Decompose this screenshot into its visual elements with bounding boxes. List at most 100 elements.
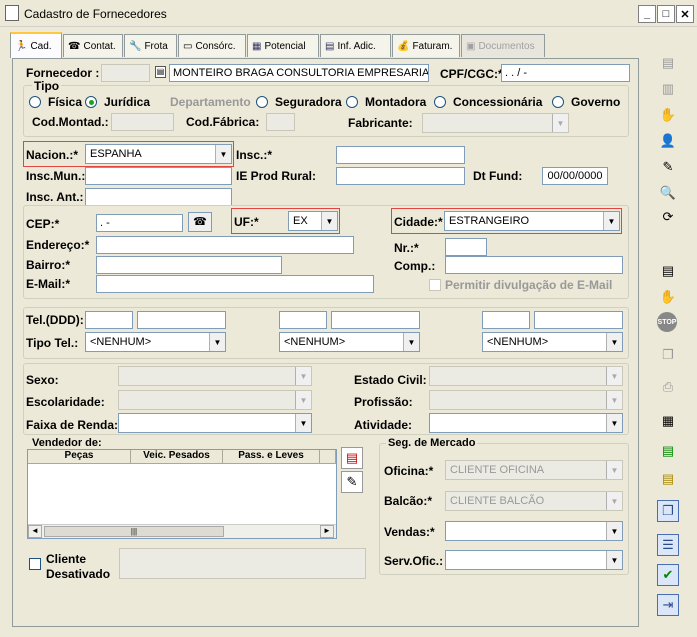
cidade-label: Cidade:* [394,215,443,229]
insc-mun-input[interactable] [85,167,232,185]
desativado-checkbox[interactable] [29,558,41,570]
insc-label: Insc.:* [236,148,273,162]
cod-montad-label: Cod.Montad.: [32,115,109,129]
cod-fabrica-input[interactable] [266,113,295,131]
tipo-tel2-select[interactable]: <NENHUM> ▼ [279,332,420,352]
scroll-left-icon[interactable]: ◄ [28,525,42,538]
email-share-checkbox[interactable] [429,279,441,291]
tel2-ddd-input[interactable] [279,311,327,329]
vendas-select[interactable]: ▼ [445,521,623,541]
escolaridade-label: Escolaridade: [26,395,105,409]
green-doc-icon[interactable]: ▤ [657,440,679,462]
insc-input[interactable] [336,146,465,164]
oficina-select[interactable]: CLIENTE OFICINA ▼ [445,460,623,480]
col-veic-pesados[interactable]: Veic. Pesados [131,450,223,464]
balcao-select[interactable]: CLIENTE BALCÃO ▼ [445,491,623,511]
tipo-tel1-select[interactable]: <NENHUM> ▼ [85,332,226,352]
nr-input[interactable] [445,238,487,256]
bairro-input[interactable] [96,256,282,274]
grid-add-icon[interactable]: ▤ [657,52,679,74]
oficina-label: Oficina:* [384,464,434,478]
yellow-doc-icon[interactable]: ▤ [657,468,679,490]
dt-fund-input[interactable]: 00/00/0000 [542,167,608,185]
faixa-renda-select[interactable]: ▼ [118,413,312,433]
scroll-thumb[interactable]: ||| [44,526,224,537]
fabricante-select[interactable]: ▼ [422,113,569,133]
cod-montad-input[interactable] [111,113,174,131]
tel2-number-input[interactable] [331,311,420,329]
tab-contat[interactable]: ☎ Contat. [63,34,123,57]
scroll-right-icon[interactable]: ► [320,525,334,538]
tab-inf-adic[interactable]: ▤ Inf. Adic. [320,34,391,57]
fornecedor-name-input[interactable]: MONTEIRO BRAGA CONSULTORIA EMPRESARIAL L… [169,64,429,82]
tel3-number-input[interactable] [534,311,623,329]
refresh-icon[interactable]: ⟳ [657,206,679,228]
copy-icon[interactable]: ❐ [657,344,679,366]
lookup-icon[interactable]: ▤ [155,66,166,78]
tab-cad[interactable]: 🏃 Cad. [10,32,62,58]
tab-faturam[interactable]: 💰 Faturam. [392,34,460,57]
insc-ant-input[interactable] [85,188,232,206]
uf-select[interactable]: EX ▼ [288,211,338,231]
nacion-select[interactable]: ESPANHA ▼ [85,144,232,164]
cpf-input[interactable]: . . / - [501,64,630,82]
radio-juridica[interactable] [85,96,97,108]
save-check-icon[interactable]: ✔ [657,564,679,586]
minimize-button[interactable]: _ [638,5,656,23]
cep-lookup-button[interactable]: ☎ [188,212,212,232]
tab-frota[interactable]: 🔧 Frota [124,34,177,57]
profissao-select[interactable]: ▼ [429,390,623,410]
hand-icon[interactable]: ✋ [657,104,679,126]
tab-potencial[interactable]: ▦ Potencial [247,34,319,57]
cidade-select[interactable]: ESTRANGEIRO ▼ [444,211,620,231]
atividade-select[interactable]: ▼ [429,413,623,433]
vendedor-label: Vendedor de: [32,437,102,449]
tel1-ddd-input[interactable] [85,311,133,329]
search-doc-icon[interactable]: 🔍 [657,182,679,204]
user-icon[interactable]: 👤 [657,130,679,152]
desativado-reason-input[interactable] [119,548,366,579]
stop-icon[interactable]: STOP [657,312,677,332]
cep-input[interactable]: . - [96,214,183,232]
radio-concessionaria[interactable] [434,96,446,108]
grid-edit-row-icon[interactable]: ✎ [341,471,363,493]
radio-seguradora[interactable] [256,96,268,108]
radio-fisica[interactable] [29,96,41,108]
tab-documentos[interactable]: ▣ Documentos [461,34,545,57]
window-icon[interactable]: ❐ [657,500,679,522]
tipo-tel3-select[interactable]: <NENHUM> ▼ [482,332,623,352]
tab-consorc[interactable]: ▭ Consórc. [178,34,246,57]
radio-governo[interactable] [552,96,564,108]
comp-input[interactable] [445,256,623,274]
report-icon[interactable]: ▦ [657,410,679,432]
email-input[interactable] [96,275,374,293]
exit-icon[interactable]: ⇥ [657,594,679,616]
juridica-label: Jurídica [104,95,151,109]
hand-stop-icon[interactable]: ✋ [657,286,679,308]
pencil-icon[interactable]: ✎ [657,156,679,178]
list-icon[interactable]: ☰ [657,534,679,556]
tipo-label: Tipo [32,79,62,93]
horizontal-scrollbar[interactable]: ◄ ||| ► [28,524,336,538]
maximize-button[interactable]: □ [657,5,675,23]
document-icon[interactable]: ▤ [657,260,679,282]
fornecedor-code-input[interactable] [101,64,150,82]
col-pecas[interactable]: Peças [28,450,131,464]
escolaridade-select[interactable]: ▼ [118,390,312,410]
grid-add-row-icon[interactable]: ▤ [341,447,363,469]
ie-prod-rural-input[interactable] [336,167,465,185]
grid-edit-icon[interactable]: ▥ [657,78,679,100]
sexo-select[interactable]: ▼ [118,366,312,386]
chevron-down-icon: ▼ [215,145,231,163]
serv-ofic-select[interactable]: ▼ [445,550,623,570]
chevron-down-icon: ▼ [295,391,311,409]
endereco-input[interactable] [96,236,354,254]
vendedor-grid[interactable]: Peças Veic. Pesados Pass. e Leves ◄ ||| … [27,449,337,539]
col-pass-leves[interactable]: Pass. e Leves [223,450,320,464]
estado-civil-select[interactable]: ▼ [429,366,623,386]
tel3-ddd-input[interactable] [482,311,530,329]
close-button[interactable]: ✕ [676,5,694,23]
tel1-number-input[interactable] [137,311,226,329]
print-icon[interactable]: ⎙ [657,376,679,398]
radio-montadora[interactable] [346,96,358,108]
